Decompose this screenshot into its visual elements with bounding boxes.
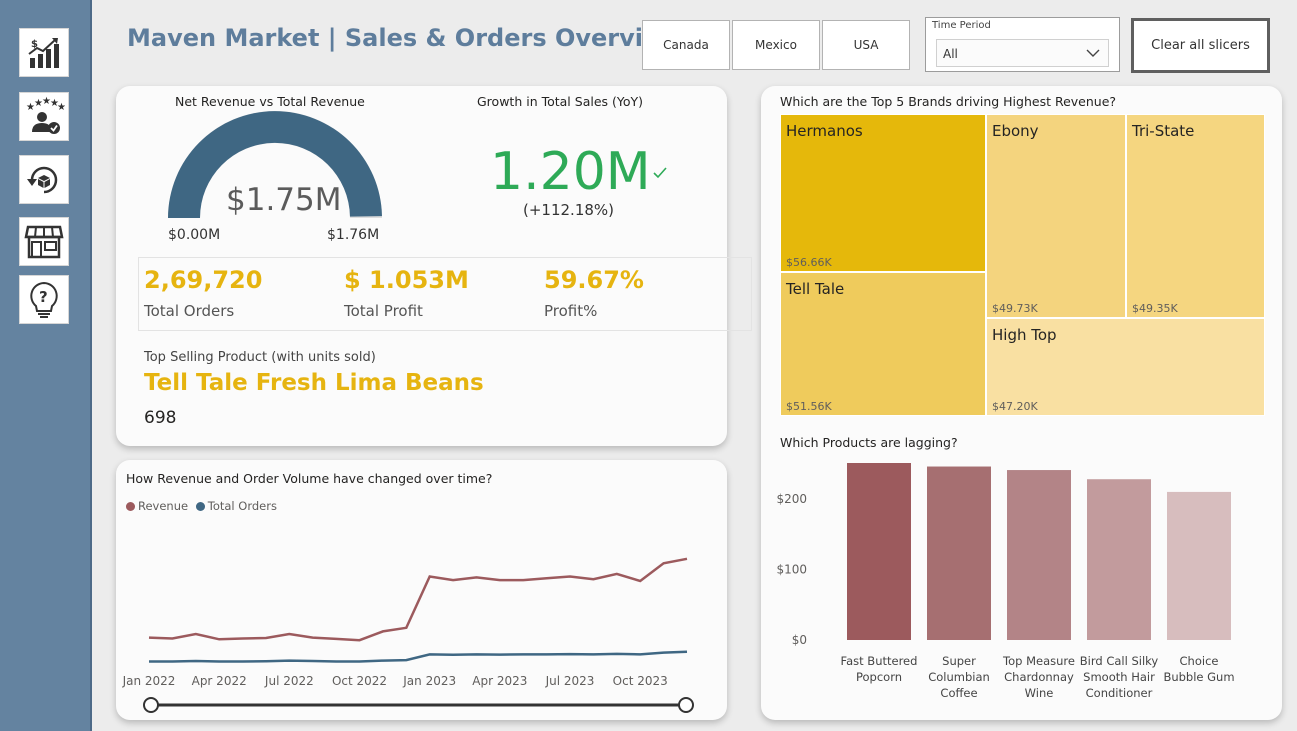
store-icon	[24, 225, 64, 258]
y-tick-label: $100	[776, 562, 807, 576]
gauge-value: $1.75M	[226, 182, 342, 218]
profit-percent-value: 59.67%	[544, 266, 644, 294]
sidebar: $ ★ ★ ★ ★ ★ ?	[0, 0, 92, 731]
slider-end-handle[interactable]	[678, 697, 694, 713]
legend-revenue-swatch	[126, 502, 135, 511]
tile-value: $56.66K	[786, 256, 832, 269]
top-product-title: Top Selling Product (with units sold)	[144, 350, 376, 365]
svg-text:★: ★	[57, 102, 65, 113]
time-period-dropdown[interactable]: All	[936, 39, 1109, 67]
tile-name: Ebony	[992, 122, 1039, 140]
chevron-down-icon	[1086, 49, 1100, 57]
slider-start-handle[interactable]	[143, 697, 159, 713]
bar[interactable]	[1167, 491, 1231, 640]
growth-percent: (+112.18%)	[523, 201, 615, 219]
tile-name: Tell Tale	[786, 280, 845, 298]
refresh-returns-icon	[27, 166, 58, 193]
treemap-tile-high-top[interactable]: High Top $47.20K	[986, 318, 1265, 416]
bar-category-label: Super Columbian Coffee	[928, 654, 990, 700]
growth-value: 1.20M	[490, 142, 667, 202]
top-product-units: 698	[144, 408, 177, 428]
bar[interactable]	[847, 463, 911, 640]
svg-text:$: $	[31, 39, 38, 50]
legend-revenue-label: Revenue	[138, 499, 189, 513]
tile-value: $49.73K	[992, 302, 1038, 315]
top-product-name: Tell Tale Fresh Lima Beans	[144, 370, 484, 396]
total-orders-value: 2,69,720	[144, 266, 263, 294]
total-orders-label: Total Orders	[144, 302, 235, 320]
bar-chart-title: Which Products are lagging?	[780, 435, 958, 450]
nav-store-button[interactable]	[19, 217, 69, 266]
bar[interactable]	[1087, 479, 1151, 640]
bar[interactable]	[1007, 470, 1071, 640]
revenue-orders-line-chart: Jan 2022 Apr 2022 Jul 2022 Oct 2022 Jan 2023…	[122, 557, 694, 713]
legend-orders-swatch	[195, 502, 205, 511]
treemap-tile-tri-state[interactable]: Tri-State $49.35K	[1126, 114, 1265, 318]
treemap-tile-tell-tale[interactable]: Tell Tale $51.56K	[780, 272, 986, 416]
treemap-tile-hermanos[interactable]: Hermanos $56.66K	[780, 114, 986, 272]
svg-text:?: ?	[39, 288, 48, 306]
total-profit-label: Total Profit	[344, 302, 423, 320]
time-period-value: All	[943, 47, 958, 61]
bar-category-label: Top Measure Chardonnay Wine	[1002, 654, 1075, 700]
x-tick-label: Jul 2023	[545, 674, 595, 688]
tile-name: Tri-State	[1132, 122, 1195, 140]
line-chart-legend: Revenue Total Orders	[126, 499, 277, 513]
time-period-slicer: Time Period All	[925, 17, 1120, 72]
gauge-title: Net Revenue vs Total Revenue	[175, 94, 365, 109]
tile-value: $51.56K	[786, 400, 832, 413]
nav-customers-button[interactable]: ★ ★ ★ ★ ★	[19, 92, 69, 141]
customer-rating-icon: ★ ★ ★ ★ ★	[26, 96, 65, 134]
x-tick-label: Jan 2023	[402, 674, 456, 688]
nav-sales-button[interactable]: $	[19, 28, 69, 77]
sales-chart-icon: $	[28, 37, 59, 68]
x-tick-label: Oct 2023	[613, 674, 668, 688]
bar-category-label: Fast Buttered Popcorn	[841, 654, 918, 684]
gauge-min-label: $0.00M	[168, 227, 221, 243]
growth-title: Growth in Total Sales (YoY)	[477, 94, 644, 109]
series-line-total-orders	[149, 650, 688, 663]
tile-value: $49.35K	[1132, 302, 1178, 315]
x-tick-label: Jul 2022	[264, 674, 314, 688]
slicer-canada-button[interactable]: Canada	[642, 20, 730, 70]
growth-value-text: 1.20M	[490, 142, 651, 202]
x-tick-label: Apr 2022	[192, 674, 247, 688]
x-tick-label: Jan 2022	[122, 674, 176, 688]
legend-orders-label: Total Orders	[207, 499, 277, 513]
tile-name: Hermanos	[786, 122, 863, 140]
treemap-tile-ebony[interactable]: Ebony $49.73K	[986, 114, 1126, 318]
page-title: Maven Market | Sales & Orders Overview	[127, 24, 682, 52]
nav-help-button[interactable]: ?	[19, 275, 69, 324]
x-tick-label: Oct 2022	[332, 674, 387, 688]
gauge-max-label: $1.76M	[327, 227, 380, 243]
profit-percent-label: Profit%	[544, 302, 598, 320]
tile-value: $47.20K	[992, 400, 1038, 413]
x-tick-label: Apr 2023	[472, 674, 527, 688]
bar-category-label: Bird Call Silky Smooth Hair Conditioner	[1080, 654, 1159, 700]
line-chart-title: How Revenue and Order Volume have change…	[126, 471, 493, 486]
lagging-products-bar-chart: $200 $100 $0 Fast Buttered Popcorn Super Colum…	[776, 463, 1235, 700]
bar-category-label: Choice Bubble Gum	[1163, 654, 1234, 684]
y-tick-label: $200	[776, 492, 807, 506]
y-tick-label: $0	[792, 633, 807, 647]
tile-name: High Top	[992, 326, 1057, 344]
clear-all-slicers-button[interactable]: Clear all slicers	[1131, 18, 1270, 73]
bar[interactable]	[927, 466, 991, 640]
help-bulb-icon: ?	[30, 281, 58, 318]
treemap-title: Which are the Top 5 Brands driving Highe…	[780, 94, 1117, 109]
series-line-revenue	[148, 557, 688, 642]
slicer-mexico-button[interactable]: Mexico	[732, 20, 820, 70]
nav-returns-button[interactable]	[19, 155, 69, 204]
time-period-label: Time Period	[932, 20, 991, 31]
total-profit-value: $ 1.053M	[344, 266, 469, 294]
checkmark-icon	[653, 167, 667, 179]
slicer-usa-button[interactable]: USA	[822, 20, 910, 70]
